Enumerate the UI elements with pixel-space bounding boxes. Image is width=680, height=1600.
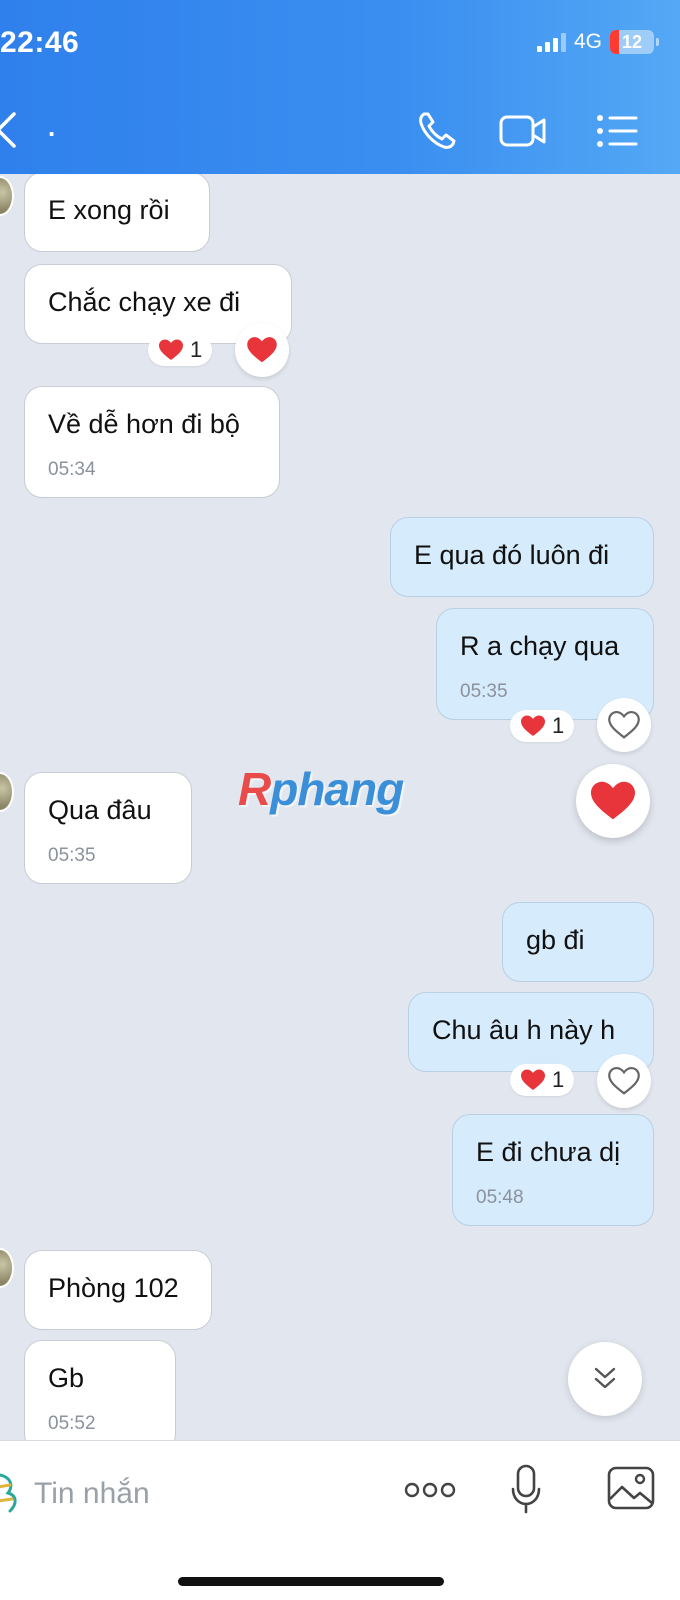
chat-header: 22:46 4G 12 . xyxy=(0,0,680,174)
message-text: E qua đó luôn đi xyxy=(414,540,610,570)
reaction-count-value: 1 xyxy=(552,1067,565,1092)
message-text: Chu âu h này h xyxy=(432,1015,616,1045)
heart-outline-icon xyxy=(608,1066,640,1095)
message-time: 05:48 xyxy=(476,1187,524,1208)
status-indicators: 4G 12 xyxy=(536,30,659,54)
phone-icon[interactable] xyxy=(414,108,464,154)
reaction-count-value: 1 xyxy=(190,337,203,362)
reaction-count[interactable]: 1 xyxy=(510,1064,575,1096)
message-text: Gb xyxy=(48,1363,85,1393)
heart-icon xyxy=(159,339,183,360)
message-text: Qua đâu xyxy=(48,795,152,825)
chevrons-down-icon xyxy=(594,1367,616,1389)
message-text: Phòng 102 xyxy=(48,1273,179,1303)
sticker-icon[interactable] xyxy=(0,1467,26,1519)
react-button[interactable] xyxy=(597,1054,651,1108)
react-button[interactable] xyxy=(235,323,289,377)
message-bubble-outgoing[interactable]: E đi chưa dị 05:48 xyxy=(452,1114,654,1226)
message-bubble-incoming[interactable]: E xong rồi xyxy=(24,174,210,252)
avatar[interactable] xyxy=(0,176,14,216)
reaction-count[interactable]: 1 xyxy=(148,334,213,366)
menu-list-icon[interactable] xyxy=(596,108,646,154)
microphone-icon[interactable] xyxy=(510,1463,542,1515)
battery-icon: 12 xyxy=(610,30,659,54)
heart-outline-icon xyxy=(608,710,640,739)
message-bubble-incoming[interactable]: Về dễ hơn đi bộ 05:34 xyxy=(24,386,280,498)
react-button[interactable] xyxy=(597,698,651,752)
message-list[interactable]: E xong rồi Chắc chạy xe đi 1 Về dễ hơn đ… xyxy=(0,174,680,1440)
scroll-to-bottom-button[interactable] xyxy=(568,1342,642,1416)
heart-icon xyxy=(247,337,277,363)
watermark-logo: Rphang xyxy=(238,763,404,815)
message-time: 05:52 xyxy=(48,1413,96,1434)
message-bubble-outgoing[interactable]: gb đi xyxy=(502,902,654,982)
message-text: gb đi xyxy=(526,925,585,955)
message-bubble-outgoing[interactable]: E qua đó luôn đi xyxy=(390,517,654,597)
image-gallery-icon[interactable] xyxy=(606,1465,656,1511)
message-bubble-incoming[interactable]: Gb 05:52 xyxy=(24,1340,176,1440)
message-time: 05:35 xyxy=(460,681,508,702)
home-indicator xyxy=(178,1577,444,1586)
message-time: 05:35 xyxy=(48,845,96,866)
signal-icon xyxy=(536,32,566,52)
avatar[interactable] xyxy=(0,772,14,812)
reaction-count[interactable]: 1 xyxy=(510,710,575,742)
message-input-bar xyxy=(0,1440,680,1600)
more-options-icon[interactable] xyxy=(404,1481,456,1499)
back-icon[interactable] xyxy=(0,110,18,150)
message-text: R a chạy qua xyxy=(460,631,620,661)
reaction-count-value: 1 xyxy=(552,713,565,738)
heart-icon xyxy=(521,715,545,736)
message-text: Về dễ hơn đi bộ xyxy=(48,409,240,439)
message-text: Chắc chạy xe đi xyxy=(48,287,241,317)
status-time: 22:46 xyxy=(0,26,80,59)
message-text: E đi chưa dị xyxy=(476,1137,621,1167)
message-bubble-incoming[interactable]: Qua đâu 05:35 xyxy=(24,772,192,884)
contact-name[interactable]: . xyxy=(48,112,55,143)
heart-icon xyxy=(591,781,635,820)
avatar[interactable] xyxy=(0,1248,14,1288)
video-call-icon[interactable] xyxy=(498,108,548,154)
network-type: 4G xyxy=(573,30,602,53)
battery-level: 12 xyxy=(621,31,643,52)
message-input[interactable] xyxy=(34,1469,374,1519)
message-text: E xong rồi xyxy=(48,195,170,225)
heart-icon xyxy=(521,1069,545,1090)
message-time: 05:34 xyxy=(48,459,96,480)
quick-heart-button[interactable] xyxy=(576,764,650,838)
message-bubble-incoming[interactable]: Phòng 102 xyxy=(24,1250,212,1330)
